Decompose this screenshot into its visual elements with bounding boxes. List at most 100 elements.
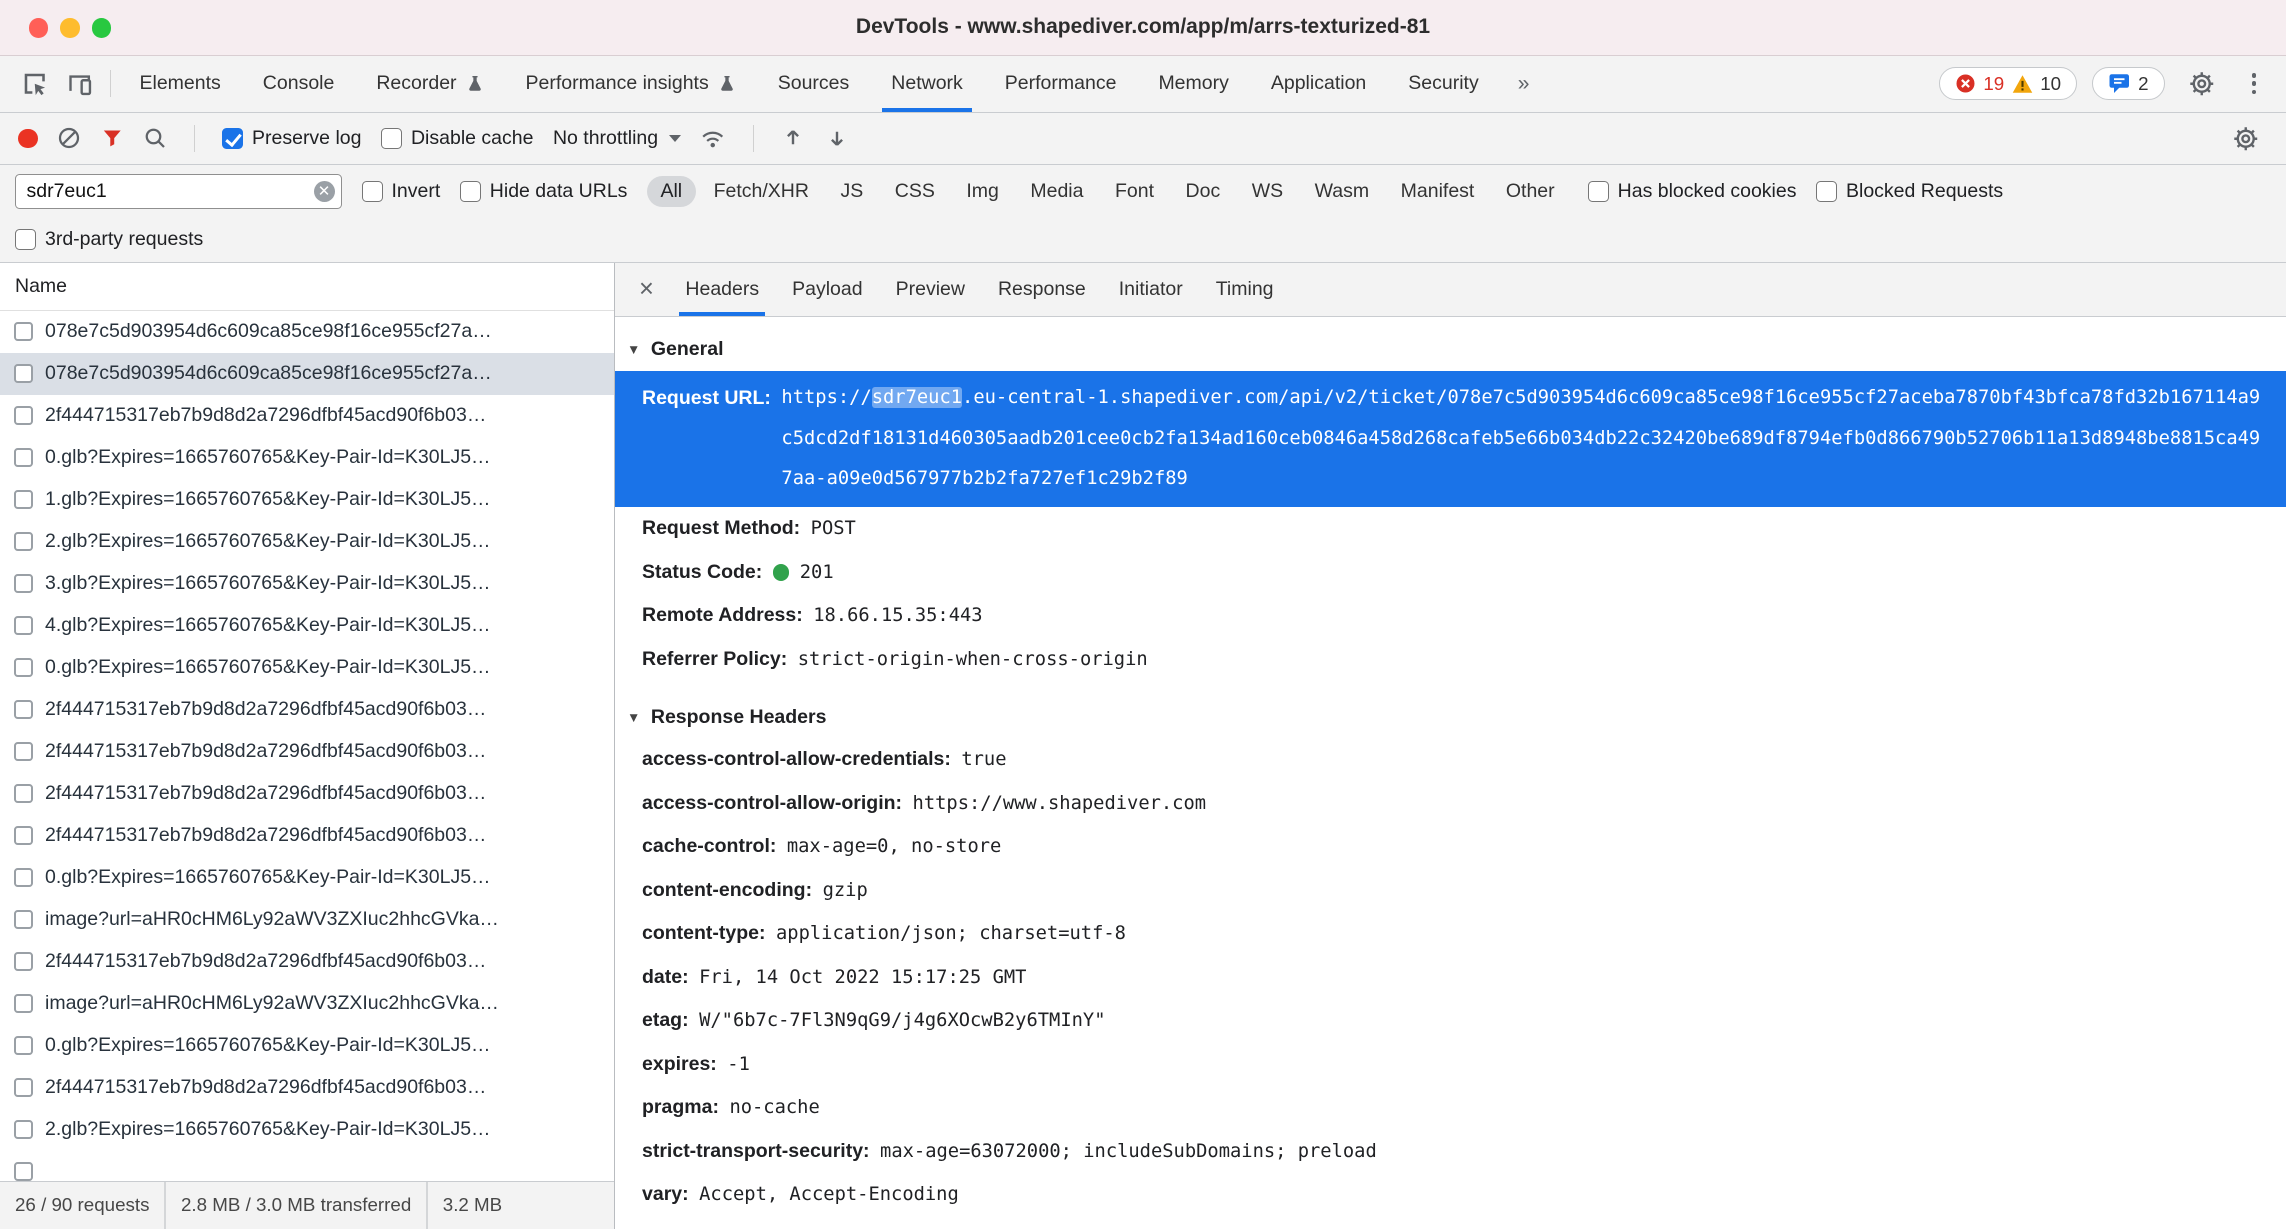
network-settings-button[interactable] <box>2223 117 2268 159</box>
search-button[interactable] <box>143 126 167 150</box>
file-icon <box>14 952 34 972</box>
export-har-button[interactable] <box>825 126 849 150</box>
devtools-tab[interactable]: Performance insights <box>505 56 757 112</box>
detail-tabbar: × Headers Payload Preview <box>615 263 2286 317</box>
resource-type-pill[interactable]: Wasm <box>1301 176 1383 207</box>
close-window-button[interactable] <box>29 18 49 38</box>
inspect-element-button[interactable] <box>12 63 57 105</box>
header-value: max-age=63072000; includeSubDomains; pre… <box>880 1130 1377 1174</box>
devtools-tab[interactable]: Recorder <box>355 56 504 112</box>
minimize-window-button[interactable] <box>60 18 80 38</box>
devtools-tab[interactable]: Memory <box>1137 56 1249 112</box>
clear-filter-icon[interactable]: ✕ <box>314 181 335 202</box>
resource-type-pill[interactable]: Media <box>1017 176 1097 207</box>
detail-tab[interactable]: Initiator <box>1102 263 1199 316</box>
blocked-requests-checkbox[interactable]: Blocked Requests <box>1816 180 2003 203</box>
transferred-size: 2.8 MB / 3.0 MB transferred <box>181 1194 411 1216</box>
resource-type-pill[interactable]: Doc <box>1172 176 1234 207</box>
request-row[interactable]: 0.glb?Expires=1665760765&Key-Pair-Id=K30… <box>0 857 614 899</box>
devtools-tab[interactable]: Security <box>1387 56 1499 112</box>
invert-checkbox[interactable]: Invert <box>362 180 441 203</box>
settings-button[interactable] <box>2180 63 2225 105</box>
detail-tab[interactable]: Payload <box>776 263 879 316</box>
devtools-tab[interactable]: Elements <box>119 56 242 112</box>
device-toolbar-button[interactable] <box>57 63 102 105</box>
resource-type-pill[interactable]: Other <box>1492 176 1568 207</box>
errors-warnings-badge[interactable]: 19 10 <box>1939 67 2077 100</box>
window-controls <box>29 18 112 38</box>
file-icon <box>14 1120 34 1140</box>
request-row[interactable]: 0.glb?Expires=1665760765&Key-Pair-Id=K30… <box>0 647 614 689</box>
request-row[interactable]: 078e7c5d903954d6c609ca85ce98f16ce955cf27… <box>0 353 614 395</box>
name-column-header[interactable]: Name <box>0 263 614 311</box>
detail-tab[interactable]: Preview <box>879 263 981 316</box>
devtools-tab[interactable]: Sources <box>757 56 871 112</box>
request-row[interactable]: 078e7c5d903954d6c609ca85ce98f16ce955cf27… <box>0 311 614 353</box>
detail-tab[interactable]: Headers <box>669 263 776 316</box>
issues-badge[interactable]: 2 <box>2092 67 2164 101</box>
resource-type-pill[interactable]: Img <box>953 176 1013 207</box>
request-name: 2f444715317eb7b9d8d2a7296dfbf45acd90f6b0… <box>45 404 486 427</box>
file-icon <box>14 868 34 888</box>
resource-type-pill[interactable]: All <box>647 176 696 207</box>
detail-tab[interactable]: Timing <box>1199 263 1290 316</box>
zoom-window-button[interactable] <box>92 18 112 38</box>
request-name: image?url=aHR0cHM6Ly92aWV3ZXIuc2hhcGVka… <box>45 992 499 1015</box>
devtools-tab[interactable]: Console <box>242 56 356 112</box>
filter-input[interactable] <box>15 174 342 209</box>
request-row[interactable]: 3.glb?Expires=1665760765&Key-Pair-Id=K30… <box>0 563 614 605</box>
request-row[interactable]: 2f444715317eb7b9d8d2a7296dfbf45acd90f6b0… <box>0 773 614 815</box>
detail-tab-label: Headers <box>685 278 759 301</box>
record-button[interactable] <box>18 129 38 149</box>
request-row[interactable]: 2f444715317eb7b9d8d2a7296dfbf45acd90f6b0… <box>0 731 614 773</box>
request-url-row[interactable]: Request URL: https://sdr7euc1.eu-central… <box>615 371 2286 508</box>
response-headers-section-header[interactable]: ▼ Response Headers <box>615 696 2286 738</box>
request-row[interactable]: 1.glb?Expires=1665760765&Key-Pair-Id=K30… <box>0 479 614 521</box>
request-name: 2.glb?Expires=1665760765&Key-Pair-Id=K30… <box>45 1118 491 1141</box>
close-details-button[interactable]: × <box>624 275 669 304</box>
disable-cache-checkbox[interactable]: Disable cache <box>381 127 533 150</box>
resource-type-pill[interactable]: Manifest <box>1387 176 1488 207</box>
resource-type-pill[interactable]: WS <box>1238 176 1296 207</box>
request-row[interactable]: 2f444715317eb7b9d8d2a7296dfbf45acd90f6b0… <box>0 941 614 983</box>
clear-button[interactable] <box>57 126 81 150</box>
preserve-log-checkbox[interactable]: Preserve log <box>222 127 361 150</box>
request-row[interactable]: image?url=aHR0cHM6Ly92aWV3ZXIuc2hhcGVka… <box>0 899 614 941</box>
request-row[interactable]: 2.glb?Expires=1665760765&Key-Pair-Id=K30… <box>0 521 614 563</box>
filter-toggle-button[interactable] <box>101 127 124 150</box>
has-blocked-cookies-checkbox[interactable]: Has blocked cookies <box>1588 180 1797 203</box>
detail-tab[interactable]: Response <box>981 263 1102 316</box>
network-conditions-button[interactable] <box>700 127 726 150</box>
header-value: true <box>961 738 1006 782</box>
devtools-tab[interactable]: Performance <box>984 56 1138 112</box>
request-row[interactable]: 4.glb?Expires=1665760765&Key-Pair-Id=K30… <box>0 605 614 647</box>
request-row[interactable]: 0.glb?Expires=1665760765&Key-Pair-Id=K30… <box>0 437 614 479</box>
general-section-header[interactable]: ▼ General <box>615 329 2286 371</box>
request-row[interactable]: 0.glb?Expires=1665760765&Key-Pair-Id=K30… <box>0 1025 614 1067</box>
devtools-tab[interactable]: Application <box>1250 56 1387 112</box>
request-row[interactable]: image?url=aHR0cHM6Ly92aWV3ZXIuc2hhcGVka… <box>0 983 614 1025</box>
filter-input-wrap: ✕ <box>15 174 342 209</box>
resource-type-pill[interactable]: Fetch/XHR <box>700 176 822 207</box>
blocked-requests-label: Blocked Requests <box>1846 180 2003 203</box>
request-row[interactable] <box>0 1151 614 1181</box>
header-row: date: Fri, 14 Oct 2022 15:17:25 GMT <box>615 956 2286 1000</box>
header-row: access-control-allow-credentials: true <box>615 738 2286 782</box>
third-party-checkbox[interactable]: 3rd-party requests <box>15 228 203 251</box>
request-row[interactable]: 2f444715317eb7b9d8d2a7296dfbf45acd90f6b0… <box>0 815 614 857</box>
hide-data-urls-label: Hide data URLs <box>490 180 628 203</box>
more-tabs-button[interactable]: » <box>1500 72 1548 96</box>
request-row[interactable]: 2f444715317eb7b9d8d2a7296dfbf45acd90f6b0… <box>0 395 614 437</box>
request-row[interactable]: 2f444715317eb7b9d8d2a7296dfbf45acd90f6b0… <box>0 689 614 731</box>
request-row[interactable]: 2.glb?Expires=1665760765&Key-Pair-Id=K30… <box>0 1109 614 1151</box>
request-row[interactable]: 2f444715317eb7b9d8d2a7296dfbf45acd90f6b0… <box>0 1067 614 1109</box>
kebab-menu-button[interactable] <box>2240 73 2269 94</box>
resource-type-pill[interactable]: JS <box>827 176 877 207</box>
resource-type-pill[interactable]: CSS <box>881 176 948 207</box>
import-har-button[interactable] <box>781 126 805 150</box>
devtools-tab[interactable]: Network <box>870 56 984 112</box>
resource-type-pill[interactable]: Font <box>1101 176 1167 207</box>
response-header-rows: access-control-allow-credentials: true a… <box>615 738 2286 1217</box>
hide-data-urls-checkbox[interactable]: Hide data URLs <box>460 180 628 203</box>
throttling-select[interactable]: No throttling <box>553 127 681 150</box>
